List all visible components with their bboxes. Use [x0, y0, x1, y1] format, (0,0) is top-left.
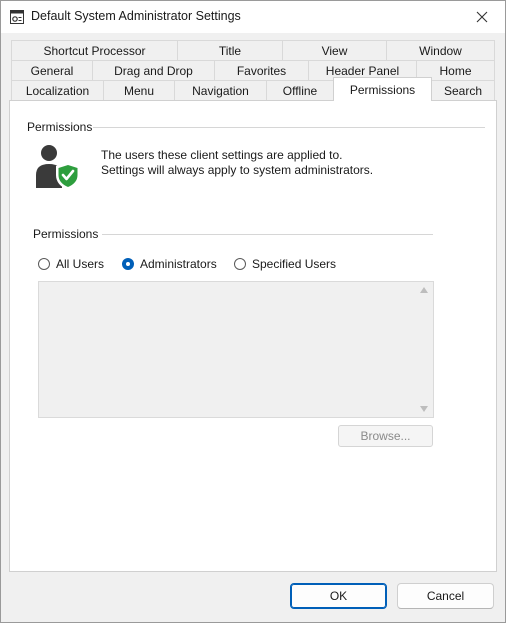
- users-listbox[interactable]: [38, 281, 434, 418]
- radio-all-users[interactable]: All Users: [38, 257, 104, 271]
- tab-menu[interactable]: Menu: [103, 80, 175, 100]
- close-button[interactable]: [459, 1, 505, 33]
- listbox-scrollbar[interactable]: [416, 282, 433, 417]
- radio-administrators[interactable]: Administrators: [122, 257, 217, 271]
- tab-favorites[interactable]: Favorites: [214, 60, 309, 80]
- radio-label: Specified Users: [252, 257, 337, 271]
- radio-label: All Users: [56, 257, 105, 271]
- permissions-tab-page: Permissions The users these client setti…: [9, 100, 497, 572]
- tab-search[interactable]: Search: [431, 80, 495, 100]
- tab-navigation[interactable]: Navigation: [174, 80, 267, 100]
- radio-label: Administrators: [140, 257, 217, 271]
- browse-button[interactable]: Browse...: [338, 425, 433, 447]
- inner-permissions-group-label: Permissions: [33, 227, 99, 241]
- permissions-info-line-1: The users these client settings are appl…: [101, 148, 343, 162]
- window-title: Default System Administrator Settings: [31, 9, 241, 23]
- tab-view[interactable]: View: [282, 40, 387, 60]
- title-bar: Default System Administrator Settings: [1, 1, 505, 33]
- radio-circle: [38, 258, 50, 270]
- inner-group-divider: [102, 234, 433, 235]
- close-icon: [476, 11, 488, 23]
- radio-circle-selected: [122, 258, 134, 270]
- tab-title[interactable]: Title: [177, 40, 283, 60]
- tab-localization[interactable]: Localization: [11, 80, 104, 100]
- app-settings-icon: [10, 10, 24, 24]
- permissions-info-line-2: Settings will always apply to system adm…: [101, 163, 374, 177]
- group-divider: [93, 127, 485, 128]
- tab-shortcut-processor[interactable]: Shortcut Processor: [11, 40, 178, 60]
- tab-window[interactable]: Window: [386, 40, 495, 60]
- user-shield-check-icon: [36, 145, 80, 190]
- radio-specified-users[interactable]: Specified Users: [234, 257, 336, 271]
- cancel-button[interactable]: Cancel: [397, 583, 494, 609]
- scroll-down-arrow-icon[interactable]: [420, 406, 428, 412]
- tab-general[interactable]: General: [11, 60, 93, 80]
- settings-dialog: Default System Administrator Settings Sh…: [0, 0, 506, 623]
- permissions-group-label: Permissions: [27, 120, 93, 134]
- tab-drag-and-drop[interactable]: Drag and Drop: [92, 60, 215, 80]
- tab-permissions[interactable]: Permissions: [333, 77, 432, 101]
- scroll-up-arrow-icon[interactable]: [420, 287, 428, 293]
- radio-circle: [234, 258, 246, 270]
- tab-offline[interactable]: Offline: [266, 80, 334, 100]
- ok-button[interactable]: OK: [290, 583, 387, 609]
